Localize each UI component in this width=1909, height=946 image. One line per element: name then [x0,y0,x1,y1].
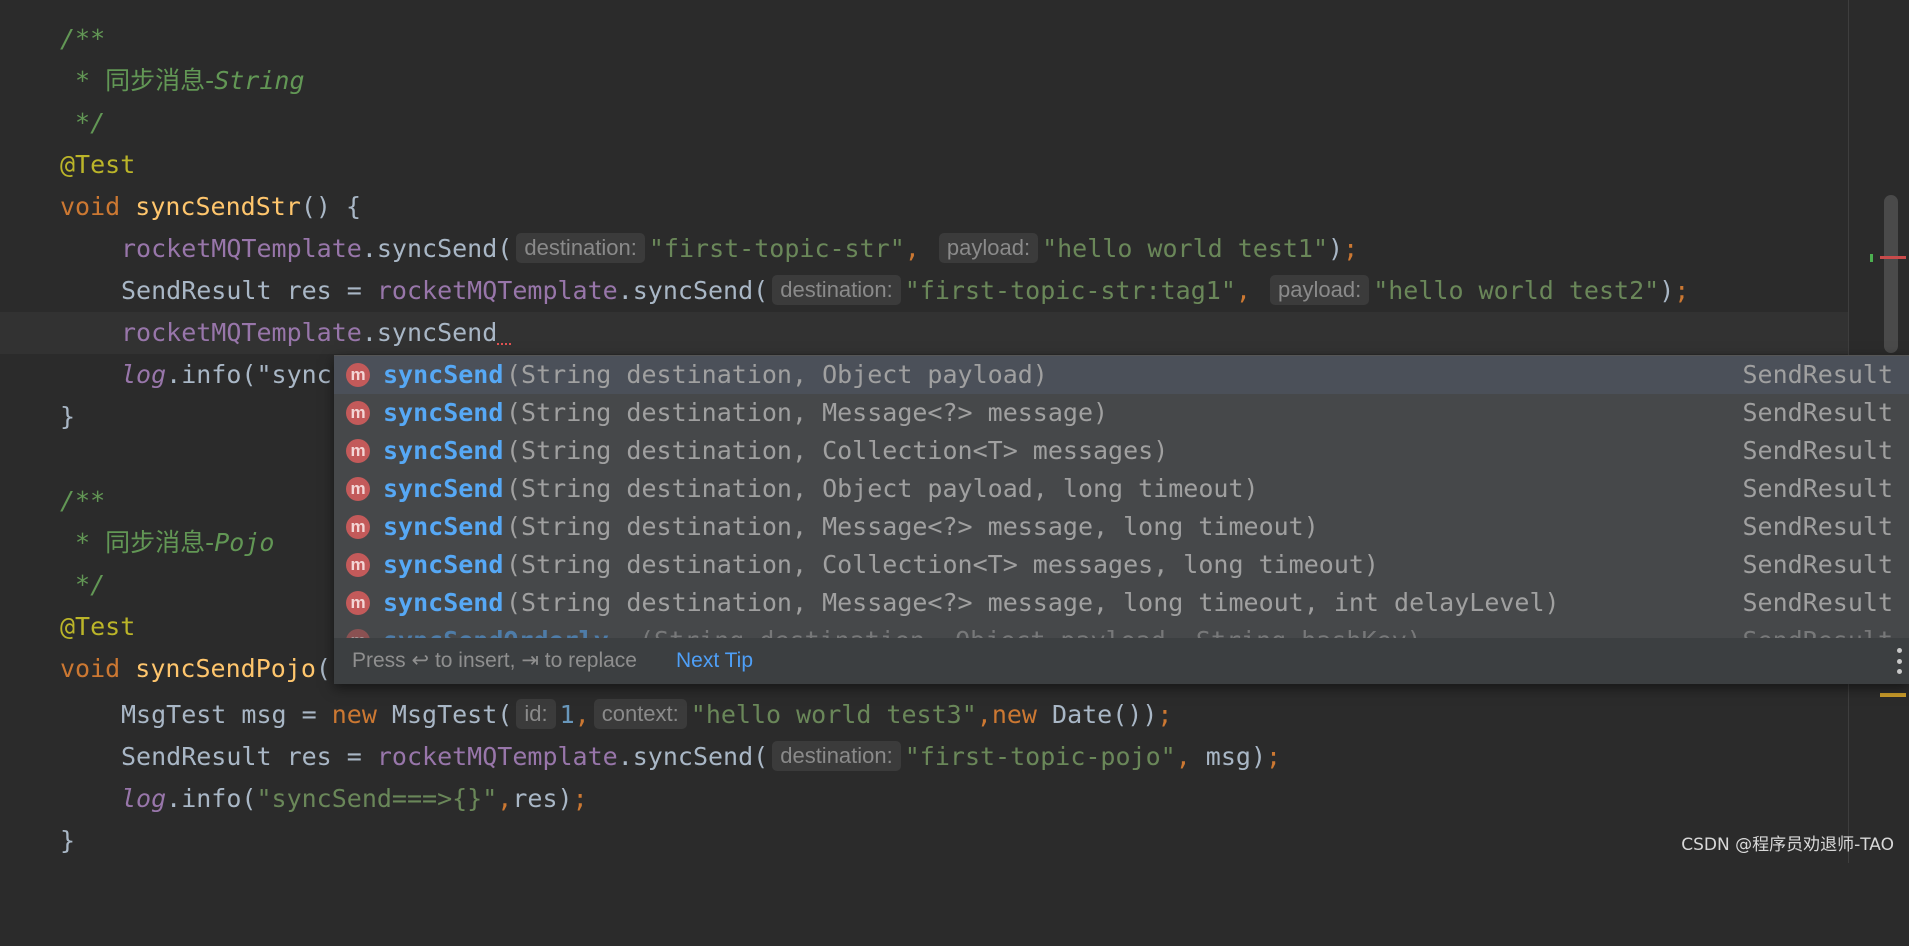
completion-params: (String destination, Collection<T> messa… [506,436,1169,465]
completion-name: syncSendOrderly [383,622,609,638]
completion-item[interactable]: m syncSendOrderly (String destination, O… [334,622,1909,638]
completion-return-type: SendResult [1742,588,1893,617]
method-icon: m [346,591,370,615]
completion-return-type: SendResult [1742,622,1893,638]
completion-name: syncSend [383,512,504,541]
completion-hint-text: Press ↩ to insert, ⇥ to replace [352,649,637,672]
completion-name: syncSend [383,436,504,465]
statement-log: log.info("syncSend===>{}",res); [121,784,588,813]
closing-brace: } [60,826,76,855]
completion-params: (String destination, Object payload, lon… [506,474,1259,503]
doc-comment-text: * 同步消息-Pojo [60,528,275,557]
method-icon: m [346,553,370,577]
current-code-line[interactable]: rocketMQTemplate.syncSend [0,312,1848,354]
method-signature: void syncSendStr() { [60,192,362,221]
completion-item[interactable]: m syncSend (String destination, Message<… [334,394,1909,432]
param-hint: context: [593,699,687,729]
param-hint: destination: [772,275,901,305]
change-marker [1870,254,1873,262]
completion-item[interactable]: m syncSend (String destination, Object p… [334,356,1909,394]
doc-comment-open: /** [60,24,106,53]
test-annotation: @Test [60,150,136,179]
completion-return-type: SendResult [1742,512,1893,541]
warning-stripe-marker[interactable] [1880,693,1906,697]
error-squiggle [497,335,512,345]
test-annotation: @Test [60,612,136,641]
code-line: MsgTest msg = new MsgTest(id: 1, context: "… [0,694,1848,736]
param-hint: payload: [938,233,1039,263]
completion-params: (String destination, Object payload, Str… [639,622,1422,638]
more-options-icon[interactable] [1895,648,1903,674]
completion-return-type: SendResult [1742,436,1893,465]
code-line: SendResult res = rocketMQTemplate.syncSe… [0,736,1848,778]
doc-comment-close: */ [60,108,106,137]
completion-return-type: SendResult [1742,360,1893,389]
method-icon: m [346,363,370,387]
error-stripe-marker[interactable] [1880,256,1906,259]
code-completion-popup[interactable]: m syncSend (String destination, Object p… [334,355,1909,684]
statement-send-pojo: SendResult res = rocketMQTemplate.syncSe… [121,741,1282,771]
doc-comment-close: */ [60,570,106,599]
statement-log: log.info("sync [121,360,332,389]
completion-item[interactable]: m syncSend (String destination, Collecti… [334,546,1909,584]
watermark: CSDN @程序员劝退师-TAO [1681,835,1894,855]
doc-comment-text: * 同步消息-String [60,66,305,95]
code-line: rocketMQTemplate.syncSend(destination: "f… [0,228,1848,270]
statement-send-result: SendResult res = rocketMQTemplate.syncSe… [121,275,1690,305]
code-line: @Test [0,144,1848,186]
completion-params: (String destination, Message<?> message,… [506,512,1319,541]
code-line: SendResult res = rocketMQTemplate.syncSe… [0,270,1848,312]
code-line: /** [0,18,1848,60]
method-icon: m [346,401,370,425]
statement-typing: rocketMQTemplate.syncSend [121,312,512,354]
method-icon: m [346,629,370,638]
code-line: * 同步消息-String [0,60,1848,102]
completion-name: syncSend [383,588,504,617]
completion-list[interactable]: m syncSend (String destination, Object p… [334,356,1909,638]
doc-comment-open: /** [60,486,106,515]
completion-item[interactable]: m syncSend (String destination, Object p… [334,470,1909,508]
vertical-scrollbar[interactable] [1884,195,1898,353]
completion-return-type: SendResult [1742,474,1893,503]
statement-new-msg: MsgTest msg = new MsgTest(id: 1, context: "… [121,699,1173,729]
completion-name: syncSend [383,474,504,503]
code-line: } [0,820,1848,862]
method-icon: m [346,477,370,501]
completion-params: (String destination, Message<?> message,… [506,588,1560,617]
next-tip-link[interactable]: Next Tip [676,638,753,684]
code-line: void syncSendStr() { [0,186,1848,228]
code-line: */ [0,102,1848,144]
completion-params: (String destination, Message<?> message) [506,398,1109,427]
param-hint: payload: [1270,275,1370,305]
completion-params: (String destination, Collection<T> messa… [506,550,1379,579]
completion-params: (String destination, Object payload) [506,360,1048,389]
completion-item[interactable]: m syncSend (String destination, Collecti… [334,432,1909,470]
completion-name: syncSend [383,360,504,389]
completion-name: syncSend [383,550,504,579]
method-icon: m [346,515,370,539]
param-hint: destination: [772,741,901,771]
method-signature: void syncSendPojo( [60,654,331,683]
completion-name: syncSend [383,398,504,427]
completion-footer: Press ↩ to insert, ⇥ to replace Next Tip [334,638,1909,684]
completion-item[interactable]: m syncSend (String destination, Message<… [334,584,1909,622]
completion-return-type: SendResult [1742,550,1893,579]
method-icon: m [346,439,370,463]
completion-item[interactable]: m syncSend (String destination, Message<… [334,508,1909,546]
code-line: log.info("syncSend===>{}",res); [0,778,1848,820]
param-hint: id: [516,699,556,729]
closing-brace: } [60,402,76,431]
param-hint: destination: [516,233,645,263]
completion-return-type: SendResult [1742,398,1893,427]
statement-sync-send: rocketMQTemplate.syncSend(destination: "f… [121,233,1359,263]
